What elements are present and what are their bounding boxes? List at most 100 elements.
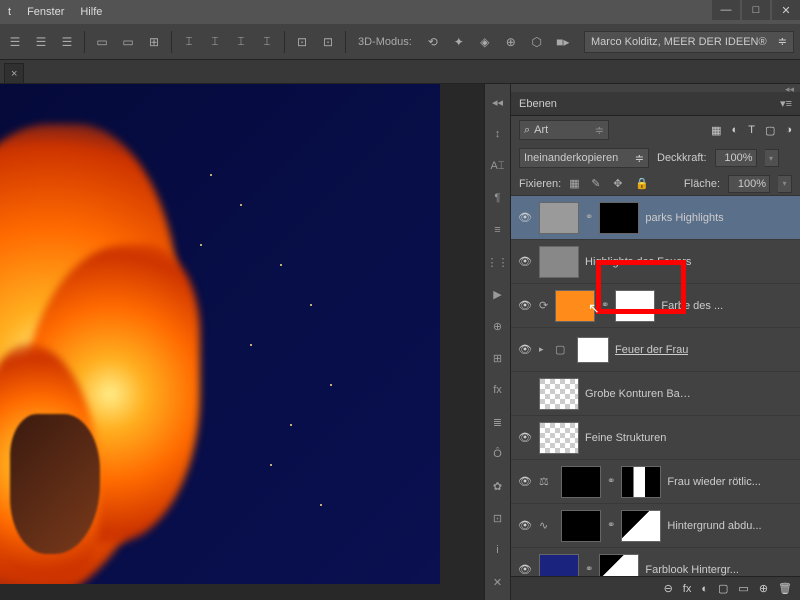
layer-mask-thumbnail[interactable]: [621, 466, 661, 498]
3d-scale-icon[interactable]: ⊕: [502, 33, 520, 51]
panel-icon[interactable]: ≣: [488, 412, 508, 432]
layer-row[interactable]: Grobe Konturen Backup: [511, 372, 800, 416]
link-icon[interactable]: ⚭: [607, 476, 615, 487]
layer-group-row[interactable]: 👁 ▸ ▢ Feuer der Frau: [511, 328, 800, 372]
distribute-icon[interactable]: ⊞: [145, 33, 163, 51]
layer-thumbnail[interactable]: [555, 290, 595, 322]
visibility-icon[interactable]: 👁: [517, 211, 533, 224]
filter-smart-icon[interactable]: ◑: [785, 124, 792, 137]
layer-row[interactable]: 👁 Highlights des Feuers: [511, 240, 800, 284]
document-tab[interactable]: ×: [4, 63, 24, 83]
layer-row[interactable]: 👁 ∿ ⚭ Hintergrund abdu...: [511, 504, 800, 548]
close-tab-icon[interactable]: ×: [11, 68, 17, 80]
color-icon[interactable]: ✿: [488, 476, 508, 496]
link-icon[interactable]: ⚭: [607, 520, 615, 531]
layer-mask-thumbnail[interactable]: [615, 290, 655, 322]
blend-mode-dropdown[interactable]: Ineinanderkopieren ≑: [519, 148, 649, 168]
spacing-icon[interactable]: ⌶: [206, 33, 224, 51]
layer-mask-thumbnail[interactable]: [599, 202, 639, 234]
visibility-icon[interactable]: 👁: [517, 563, 533, 576]
layer-thumbnail[interactable]: [561, 466, 601, 498]
layer-name[interactable]: Feine Strukturen: [585, 432, 666, 444]
close-button[interactable]: ✕: [772, 0, 800, 20]
layer-thumbnail[interactable]: [561, 510, 601, 542]
layer-thumbnail[interactable]: [539, 246, 579, 278]
auto-icon[interactable]: ⊡: [293, 33, 311, 51]
brush-preset-icon[interactable]: ⋮⋮: [488, 252, 508, 272]
filter-type-icon[interactable]: T: [748, 124, 755, 137]
lock-transparency-icon[interactable]: ▦: [569, 177, 583, 191]
layer-name[interactable]: Farblook Hintergr...: [645, 564, 739, 576]
layer-thumbnail[interactable]: [539, 378, 579, 410]
layer-name[interactable]: Feuer der Frau: [615, 344, 688, 356]
layer-name[interactable]: parks Highlights: [645, 212, 723, 224]
spacing-icon[interactable]: ⌶: [232, 33, 250, 51]
visibility-icon[interactable]: 👁: [517, 519, 533, 532]
spacing-icon[interactable]: ⌶: [180, 33, 198, 51]
layer-name[interactable]: Farbe des ...: [661, 300, 723, 312]
align-icon[interactable]: ☰: [32, 33, 50, 51]
layer-row[interactable]: 👁 ⚭ Farblook Hintergr...: [511, 548, 800, 576]
fill-field[interactable]: 100%: [728, 175, 770, 193]
disclosure-triangle-icon[interactable]: ▸: [539, 344, 549, 355]
new-layer-icon[interactable]: ⊕: [759, 582, 768, 595]
layer-row[interactable]: 👁 Feine Strukturen: [511, 416, 800, 460]
visibility-icon[interactable]: 👁: [517, 475, 533, 488]
layer-name[interactable]: Hintergrund abdu...: [667, 520, 761, 532]
filter-shape-icon[interactable]: ▢: [765, 124, 775, 137]
distribute-icon[interactable]: ▭: [93, 33, 111, 51]
link-icon[interactable]: ⚭: [585, 564, 593, 575]
swatches-icon[interactable]: ⊕: [488, 316, 508, 336]
opacity-stepper[interactable]: ▾: [765, 149, 779, 167]
layer-mask-thumbnail[interactable]: [621, 510, 661, 542]
link-icon[interactable]: ⚭: [585, 212, 593, 223]
fx-icon[interactable]: fx: [683, 583, 692, 595]
new-group-icon[interactable]: ▭: [738, 582, 748, 595]
panel-icon[interactable]: ✕: [488, 572, 508, 592]
visibility-icon[interactable]: 👁: [517, 343, 533, 356]
align-icon[interactable]: ☰: [6, 33, 24, 51]
menu-item-help[interactable]: Hilfe: [80, 6, 102, 18]
panel-icon[interactable]: ≡: [488, 220, 508, 240]
application-menubar[interactable]: t Fenster Hilfe: [0, 0, 800, 24]
delete-layer-icon[interactable]: 🗑: [778, 582, 792, 595]
info-icon[interactable]: i: [488, 540, 508, 560]
layer-thumbnail[interactable]: [539, 422, 579, 454]
filter-adjust-icon[interactable]: ◐: [732, 124, 739, 137]
opacity-field[interactable]: 100%: [715, 149, 757, 167]
3d-orbit-icon[interactable]: ⟲: [424, 33, 442, 51]
lock-paint-icon[interactable]: ✎: [591, 177, 605, 191]
layer-name[interactable]: Grobe Konturen Backup: [585, 388, 695, 400]
artboard[interactable]: [0, 84, 440, 584]
account-dropdown[interactable]: Marco Kolditz, MEER DER IDEEN® ≑: [584, 31, 794, 53]
navigator-icon[interactable]: ⊡: [488, 508, 508, 528]
visibility-icon[interactable]: 👁: [517, 255, 533, 268]
minimize-button[interactable]: —: [712, 0, 740, 20]
spacing-icon[interactable]: ⌶: [258, 33, 276, 51]
menu-item[interactable]: t: [8, 6, 11, 18]
lock-position-icon[interactable]: ✥: [613, 177, 627, 191]
visibility-icon[interactable]: 👁: [517, 431, 533, 444]
layer-kind-dropdown[interactable]: ⌕ Art ≑: [519, 120, 609, 140]
align-icon[interactable]: ☰: [58, 33, 76, 51]
paragraph-icon[interactable]: ¶: [488, 188, 508, 208]
new-adjustment-icon[interactable]: ▢: [718, 582, 728, 595]
3d-shape-icon[interactable]: ⬡: [528, 33, 546, 51]
channels-icon[interactable]: ⊞: [488, 348, 508, 368]
layer-name[interactable]: Frau wieder rötlic...: [667, 476, 761, 488]
3d-camera-icon[interactable]: ■▸: [554, 33, 572, 51]
adjustments-icon[interactable]: Ô: [488, 444, 508, 464]
collapse-icon[interactable]: ◂◂: [488, 92, 508, 112]
lock-all-icon[interactable]: 🔒: [635, 177, 649, 191]
auto-icon[interactable]: ⊡: [319, 33, 337, 51]
maximize-button[interactable]: □: [742, 0, 770, 20]
menu-item-window[interactable]: Fenster: [27, 6, 64, 18]
panel-menu-icon[interactable]: ▾≡: [780, 97, 792, 110]
link-layers-icon[interactable]: ⊖: [664, 582, 673, 595]
layer-mask-thumbnail[interactable]: [599, 554, 639, 577]
3d-light-icon[interactable]: ✦: [450, 33, 468, 51]
distribute-icon[interactable]: ▭: [119, 33, 137, 51]
layer-row[interactable]: 👁 ⟳ ⚭ Farbe des ...: [511, 284, 800, 328]
3d-mesh-icon[interactable]: ◈: [476, 33, 494, 51]
actions-icon[interactable]: ▶: [488, 284, 508, 304]
